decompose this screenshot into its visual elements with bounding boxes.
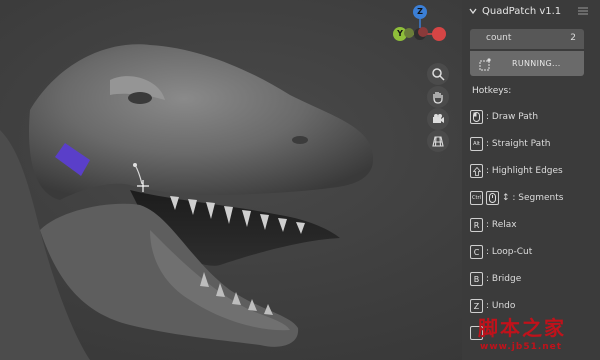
- hotkeys-heading: Hotkeys:: [472, 86, 512, 96]
- panel-header[interactable]: QuadPatch v1.1: [462, 0, 600, 22]
- count-value[interactable]: 2: [570, 33, 576, 43]
- mouse-wheel-icon: [486, 191, 499, 205]
- z-axis-button[interactable]: Z: [413, 5, 427, 19]
- watermark-text: 脚本之家: [478, 316, 566, 340]
- hotkey-label: ↕ : Segments: [502, 193, 564, 203]
- running-status-button[interactable]: RUNNING...: [470, 51, 584, 76]
- watermark: 脚本之家 www.jb51.net: [478, 312, 596, 358]
- hotkey-segments: Ctrl ↕ : Segments: [470, 189, 563, 207]
- watermark-url: www.jb51.net: [480, 342, 563, 352]
- hotkey-highlight-edges: : Highlight Edges: [470, 162, 563, 180]
- zoom-button[interactable]: [427, 63, 449, 85]
- grid-icon: [432, 136, 444, 147]
- alt-key-icon: Alt: [470, 137, 483, 151]
- hotkey-relax: R : Relax: [470, 216, 517, 234]
- hotkey-label: : Undo: [486, 301, 516, 311]
- path-vertex: [133, 163, 137, 167]
- hotkey-straight-path: Alt : Straight Path: [470, 135, 550, 153]
- hotkey-label: : Straight Path: [486, 139, 551, 149]
- x-axis-button[interactable]: [432, 27, 446, 41]
- status-label: RUNNING...: [512, 59, 561, 68]
- hotkey-loop-cut: C : Loop-Cut: [470, 243, 532, 261]
- camera-view-button[interactable]: [427, 108, 449, 130]
- ctrl-key-icon: Ctrl: [470, 191, 483, 205]
- neg-x-axis-button[interactable]: [418, 27, 428, 37]
- camera-icon: [433, 114, 444, 123]
- neg-y-axis-button[interactable]: [404, 28, 414, 38]
- hotkey-label: : Bridge: [486, 274, 522, 284]
- hotkey-draw-path: : Draw Path: [470, 108, 538, 126]
- c-key-icon: C: [470, 245, 483, 259]
- hotkey-label: : Loop-Cut: [486, 247, 533, 257]
- patch-tool-icon: [479, 58, 491, 71]
- hotkey-label: : Relax: [486, 220, 517, 230]
- hotkey-label: : Highlight Edges: [486, 166, 563, 176]
- hotkey-label: : Draw Path: [486, 112, 539, 122]
- pan-button[interactable]: [427, 86, 449, 108]
- panel-title: QuadPatch v1.1: [482, 5, 562, 17]
- chevron-down-icon[interactable]: [468, 6, 478, 16]
- drag-handle-icon[interactable]: [578, 7, 588, 15]
- shift-arrow-icon: [470, 164, 483, 178]
- hand-icon: [433, 92, 443, 104]
- mouse-left-icon: [470, 110, 483, 124]
- perspective-toggle-button[interactable]: [427, 130, 449, 152]
- r-key-icon: R: [470, 218, 483, 232]
- zoom-icon: [432, 68, 445, 81]
- z-key-icon: Z: [470, 299, 483, 313]
- quadpatch-panel: QuadPatch v1.1 count 2 RUNNING... Hotkey…: [462, 0, 600, 360]
- b-key-icon: B: [470, 272, 483, 286]
- count-label: count: [486, 33, 512, 43]
- count-field[interactable]: count 2: [470, 29, 584, 49]
- hotkey-bridge: B : Bridge: [470, 270, 521, 288]
